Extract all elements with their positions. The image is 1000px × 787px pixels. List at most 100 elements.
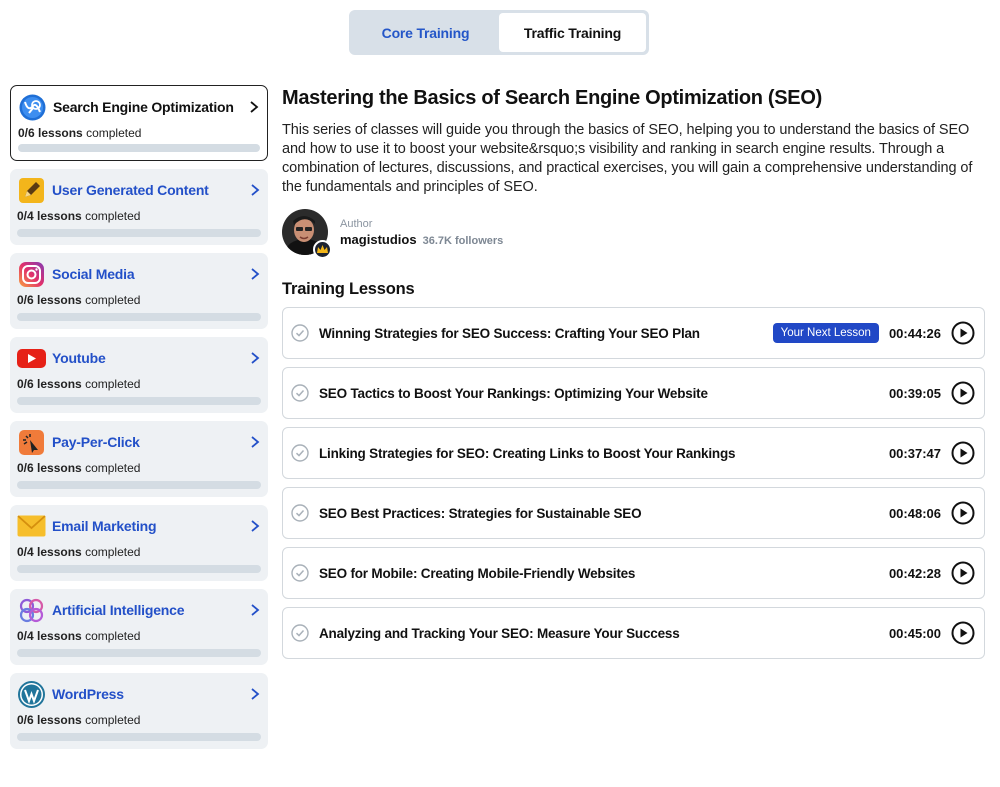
play-icon[interactable]	[951, 441, 975, 465]
lesson-list: Winning Strategies for SEO Success: Craf…	[282, 307, 985, 659]
check-circle-icon[interactable]	[291, 324, 309, 342]
chevron-right-icon	[249, 436, 261, 448]
progress-suffix: completed	[85, 209, 141, 223]
tab-core-training[interactable]: Core Training	[352, 13, 499, 52]
chevron-right-icon	[249, 268, 261, 280]
sidebar-item-label: Artificial Intelligence	[52, 602, 185, 618]
check-circle-icon[interactable]	[291, 384, 309, 402]
sidebar-item-label: Pay-Per-Click	[52, 434, 140, 450]
lesson-row[interactable]: Linking Strategies for SEO: Creating Lin…	[282, 427, 985, 479]
sidebar-item-search-engine-optimization[interactable]: Search Engine Optimization 0/6 lessons co…	[10, 85, 268, 161]
course-title: Mastering the Basics of Search Engine Op…	[282, 87, 822, 109]
sidebar-item-label: Search Engine Optimization	[53, 99, 234, 115]
lesson-row[interactable]: SEO Tactics to Boost Your Rankings: Opti…	[282, 367, 985, 419]
ai-brain-icon	[17, 596, 46, 625]
sidebar-item-social-media[interactable]: Social Media 0/6 lessons completed	[10, 253, 268, 329]
lesson-row[interactable]: Analyzing and Tracking Your SEO: Measure…	[282, 607, 985, 659]
progress-word: lessons	[37, 377, 82, 391]
chevron-right-icon	[249, 184, 261, 196]
lesson-duration: 00:45:00	[888, 625, 941, 641]
progress-count: 0/6	[17, 713, 34, 727]
lessons-progress: 0/4 lessons completed	[17, 209, 261, 223]
progress-word: lessons	[37, 545, 82, 559]
progress-suffix: completed	[86, 126, 142, 140]
check-circle-icon[interactable]	[291, 624, 309, 642]
lessons-progress: 0/6 lessons completed	[17, 713, 261, 727]
lesson-title: Winning Strategies for SEO Success: Craf…	[319, 325, 700, 341]
author-label: Author	[340, 217, 373, 230]
progress-suffix: completed	[85, 713, 141, 727]
sidebar-item-artificial-intelligence[interactable]: Artificial Intelligence 0/4 lessons compl…	[10, 589, 268, 665]
lesson-title: SEO Best Practices: Strategies for Susta…	[319, 505, 642, 521]
next-lesson-badge: Your Next Lesson	[772, 323, 879, 343]
sidebar-item-label: Social Media	[52, 266, 135, 282]
lesson-row[interactable]: SEO for Mobile: Creating Mobile-Friendly…	[282, 547, 985, 599]
progress-bar	[17, 733, 261, 741]
play-icon[interactable]	[951, 621, 975, 645]
progress-bar	[17, 481, 261, 489]
sidebar-item-user-generated-content[interactable]: User Generated Content 0/4 lessons comple…	[10, 169, 268, 245]
progress-bar	[18, 144, 260, 152]
play-icon[interactable]	[951, 501, 975, 525]
wordpress-icon	[17, 680, 46, 709]
course-description: This series of classes will guide you th…	[282, 122, 973, 195]
progress-bar	[17, 649, 261, 657]
check-circle-icon[interactable]	[291, 504, 309, 522]
author-followers: 36.7K followers	[422, 234, 504, 247]
progress-count: 0/6	[17, 293, 34, 307]
lesson-row[interactable]: SEO Best Practices: Strategies for Susta…	[282, 487, 985, 539]
progress-bar	[17, 565, 261, 573]
seo-icon	[18, 93, 47, 122]
check-circle-icon[interactable]	[291, 444, 309, 462]
sidebar-item-pay-per-click[interactable]: Pay-Per-Click 0/6 lessons completed	[10, 421, 268, 497]
play-icon[interactable]	[951, 561, 975, 585]
chevron-right-icon	[249, 604, 261, 616]
lesson-title: SEO for Mobile: Creating Mobile-Friendly…	[319, 565, 636, 581]
author-avatar[interactable]	[282, 209, 332, 259]
progress-suffix: completed	[85, 629, 141, 643]
lessons-progress: 0/6 lessons completed	[17, 293, 261, 307]
progress-suffix: completed	[85, 293, 141, 307]
pencil-icon	[17, 176, 46, 205]
progress-suffix: completed	[85, 377, 141, 391]
author-info: Author magistudios 36.7K followers	[340, 218, 503, 247]
sidebar-item-label: WordPress	[52, 686, 124, 702]
crown-icon	[313, 240, 332, 259]
play-icon[interactable]	[951, 381, 975, 405]
progress-suffix: completed	[85, 461, 141, 475]
chevron-right-icon	[248, 101, 260, 113]
lesson-duration: 00:42:28	[888, 565, 941, 581]
sidebar-item-wordpress[interactable]: WordPress 0/6 lessons completed	[10, 673, 268, 749]
check-circle-icon[interactable]	[291, 564, 309, 582]
lessons-progress: 0/6 lessons completed	[17, 377, 261, 391]
sidebar-item-label: User Generated Content	[52, 182, 209, 198]
lesson-duration: 00:44:26	[888, 325, 941, 341]
lesson-duration: 00:37:47	[888, 445, 941, 461]
lessons-section-title: Training Lessons	[282, 280, 415, 298]
progress-word: lessons	[37, 629, 82, 643]
cursor-click-icon	[17, 428, 46, 457]
training-tabs: Core Training Traffic Training	[349, 10, 649, 55]
progress-bar	[17, 229, 261, 237]
progress-word: lessons	[37, 293, 82, 307]
chevron-right-icon	[249, 520, 261, 532]
progress-word: lessons	[37, 209, 82, 223]
lesson-duration: 00:39:05	[888, 385, 941, 401]
lesson-row[interactable]: Winning Strategies for SEO Success: Craf…	[282, 307, 985, 359]
sidebar-item-label: Youtube	[52, 350, 106, 366]
lesson-title: Analyzing and Tracking Your SEO: Measure…	[319, 625, 680, 641]
sidebar-item-youtube[interactable]: Youtube 0/6 lessons completed	[10, 337, 268, 413]
progress-word: lessons	[37, 461, 82, 475]
progress-word: lessons	[38, 126, 83, 140]
lessons-progress: 0/4 lessons completed	[17, 545, 261, 559]
author-name[interactable]: magistudios	[340, 232, 417, 247]
chevron-right-icon	[249, 352, 261, 364]
lessons-progress: 0/4 lessons completed	[17, 629, 261, 643]
progress-count: 0/4	[17, 209, 34, 223]
play-icon[interactable]	[951, 321, 975, 345]
sidebar-item-email-marketing[interactable]: Email Marketing 0/4 lessons completed	[10, 505, 268, 581]
tab-traffic-training[interactable]: Traffic Training	[499, 13, 646, 52]
course-main: Mastering the Basics of Search Engine Op…	[282, 85, 985, 667]
progress-suffix: completed	[85, 545, 141, 559]
sidebar-item-label: Email Marketing	[52, 518, 157, 534]
